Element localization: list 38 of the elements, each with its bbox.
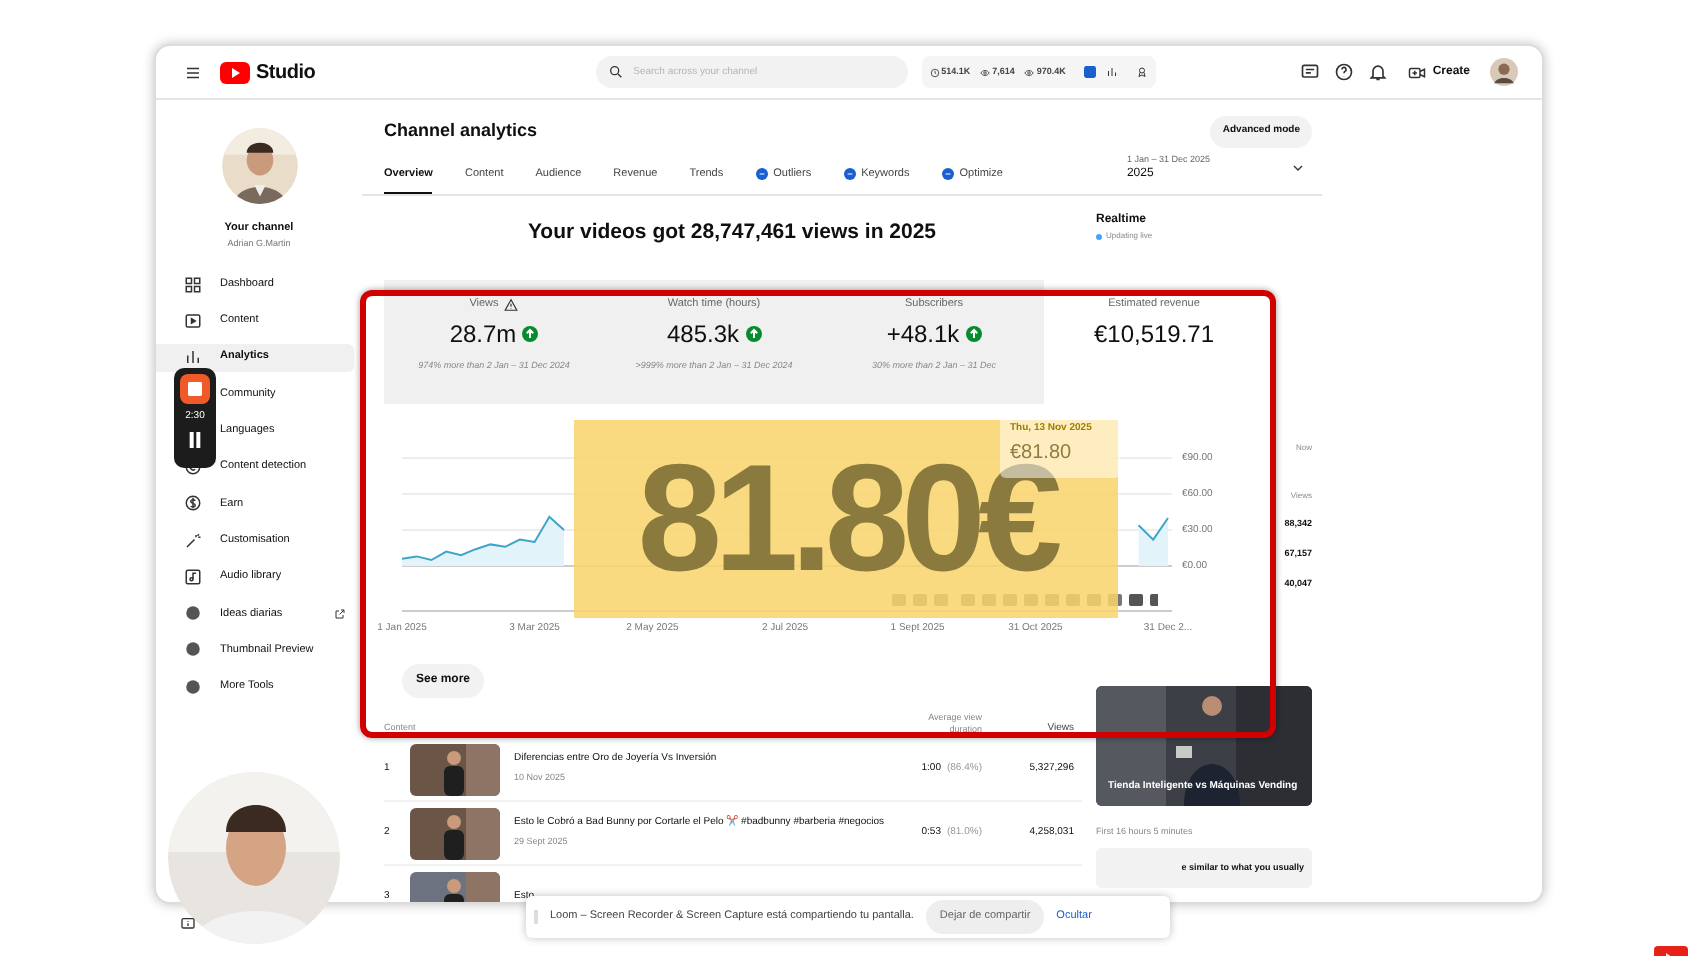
extension-icon xyxy=(843,168,856,181)
dashboard-icon xyxy=(184,275,202,293)
tooltip-value: €81.80 xyxy=(1010,439,1074,463)
bell-icon xyxy=(1368,62,1389,82)
metric-value: +48.1k xyxy=(886,318,960,353)
feedback-icon xyxy=(1300,62,1321,82)
video-icon xyxy=(184,311,202,330)
help-icon xyxy=(1334,62,1355,82)
external-link-icon xyxy=(334,607,346,620)
headline: Your videos got 28,747,461 views in 2025 xyxy=(525,218,939,249)
menu-icon xyxy=(184,63,202,81)
drag-handle-icon[interactable] xyxy=(534,910,538,924)
search-icon xyxy=(607,64,624,80)
dollar-icon xyxy=(184,494,202,513)
clock-icon xyxy=(929,67,940,77)
info-icon xyxy=(180,916,196,932)
award-icon xyxy=(1135,66,1148,78)
metric-value: €10,519.71 xyxy=(1093,318,1215,353)
eye-icon xyxy=(980,67,991,77)
metric-value: 485.3k xyxy=(666,318,740,353)
eye-icon xyxy=(1024,67,1035,77)
camera-plus-icon xyxy=(1408,63,1427,81)
live-dot-icon xyxy=(1096,233,1102,240)
chart-icon xyxy=(1105,66,1118,78)
avatar-icon[interactable] xyxy=(1490,58,1518,86)
music-icon xyxy=(184,567,202,586)
magic-wand-icon xyxy=(184,531,202,550)
chart-icon xyxy=(184,348,202,367)
extension-icon xyxy=(941,168,954,181)
page-title: Channel analytics xyxy=(384,118,538,144)
stop-recording-button[interactable] xyxy=(180,374,210,404)
extension-icon[interactable] xyxy=(1083,66,1096,78)
stop-icon xyxy=(188,382,202,396)
metric-value: 28.7m xyxy=(449,318,517,353)
studio-logo-text: Studio xyxy=(256,59,316,87)
extension-icon xyxy=(755,168,768,181)
pause-icon[interactable] xyxy=(188,431,202,447)
play-logo-icon xyxy=(220,61,250,83)
